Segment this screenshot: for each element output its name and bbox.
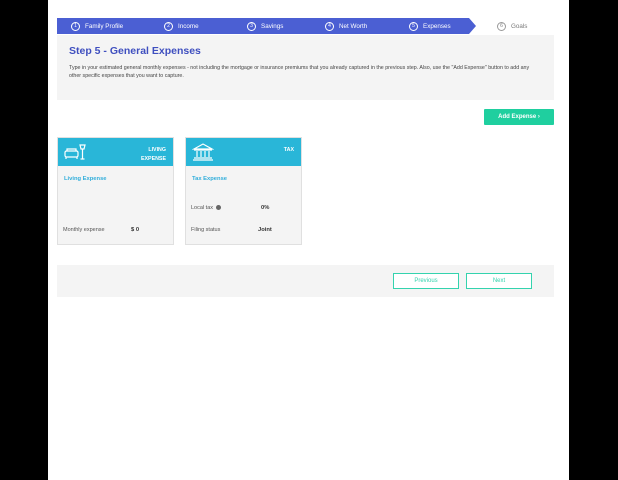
- local-tax-value: 0%: [261, 205, 270, 211]
- card-type-label: TAX: [283, 147, 294, 153]
- card-header: LIVING EXPENSE: [58, 138, 173, 166]
- step-goals[interactable]: 6 Goals: [481, 18, 554, 34]
- living-expense-card[interactable]: LIVING EXPENSE Living Expense Monthly ex…: [57, 137, 174, 245]
- filing-status-label: Filing status: [191, 227, 221, 233]
- step-number: 3: [247, 21, 256, 31]
- step-label: Income: [178, 22, 199, 30]
- stepper-chevron: [469, 18, 476, 34]
- step-family-profile[interactable]: 1 Family Profile: [57, 18, 150, 34]
- info-icon[interactable]: [215, 205, 221, 211]
- step-number: 5: [409, 21, 418, 31]
- page: 1 Family Profile 2 Income 3 Savings 4 Ne…: [48, 0, 569, 480]
- card-header: TAX: [186, 138, 301, 166]
- step-label: Savings: [261, 22, 284, 30]
- page-title: Step 5 - General Expenses: [69, 45, 201, 57]
- header-panel: Step 5 - General Expenses Type in your e…: [57, 35, 554, 100]
- step-label: Goals: [511, 22, 528, 30]
- step-number: 1: [71, 21, 80, 31]
- card-type-label: LIVING EXPENSE: [140, 147, 166, 162]
- local-tax-text: Local tax: [191, 205, 214, 211]
- step-income[interactable]: 2 Income: [150, 18, 235, 34]
- step-label: Expenses: [423, 22, 451, 30]
- step-number: 4: [325, 21, 334, 31]
- stepper: 1 Family Profile 2 Income 3 Savings 4 Ne…: [57, 18, 554, 34]
- bank-building-icon: [192, 143, 214, 161]
- footer-panel: Previous Next: [57, 265, 554, 297]
- sofa-lamp-icon: [64, 144, 86, 160]
- card-title[interactable]: Living Expense: [64, 176, 107, 182]
- add-expense-button[interactable]: Add Expense ›: [484, 109, 554, 125]
- step-net-worth[interactable]: 4 Net Worth: [317, 18, 401, 34]
- step-label: Family Profile: [85, 22, 124, 30]
- step-savings[interactable]: 3 Savings: [235, 18, 317, 34]
- monthly-expense-value: $ 0: [131, 227, 140, 233]
- monthly-expense-label: Monthly expense: [63, 227, 105, 233]
- local-tax-label: Local tax: [191, 205, 221, 211]
- step-number: 6: [497, 21, 506, 31]
- filing-status-value: Joint: [258, 227, 272, 233]
- previous-button[interactable]: Previous: [393, 273, 459, 289]
- step-expenses[interactable]: 5 Expenses: [401, 18, 469, 34]
- tax-expense-card[interactable]: TAX Tax Expense Local tax 0% Filing stat…: [185, 137, 302, 245]
- next-button[interactable]: Next: [466, 273, 532, 289]
- step-number: 2: [164, 21, 173, 31]
- card-title[interactable]: Tax Expense: [192, 176, 227, 182]
- step-label: Net Worth: [339, 22, 368, 30]
- instructions-text: Type in your estimated general monthly e…: [69, 65, 530, 80]
